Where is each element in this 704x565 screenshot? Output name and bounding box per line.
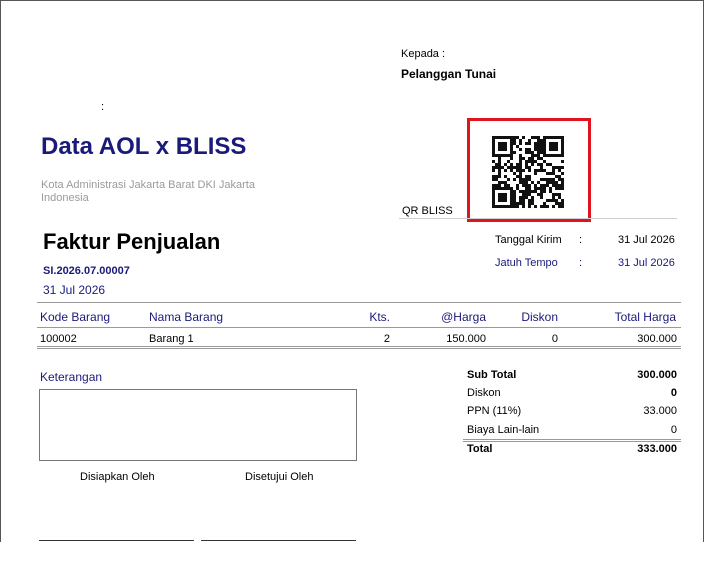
discount-label: Diskon — [467, 387, 501, 399]
ship-date-colon: : — [579, 234, 583, 246]
invoice-number: SI.2026.07.00007 — [43, 265, 130, 277]
header-divider — [399, 218, 677, 219]
col-header-code: Kode Barang — [40, 310, 111, 324]
tax-value: 33.000 — [643, 405, 677, 417]
row-name: Barang 1 — [149, 333, 194, 345]
prepared-by-label: Disiapkan Oleh — [80, 471, 155, 483]
col-header-price: @Harga — [441, 310, 486, 324]
due-date-label: Jatuh Tempo — [495, 257, 558, 269]
company-address-line2: Indonesia — [41, 192, 89, 204]
summary-divider — [463, 439, 681, 442]
col-header-name: Nama Barang — [149, 310, 224, 324]
col-header-total: Total Harga — [614, 310, 676, 324]
colon-marker: : — [101, 101, 105, 113]
ship-date-value: 31 Jul 2026 — [618, 234, 675, 246]
ship-date-label: Tanggal Kirim — [495, 234, 562, 246]
total-label: Total — [467, 443, 493, 455]
recipient-name: Pelanggan Tunai — [401, 67, 497, 81]
due-date-value: 31 Jul 2026 — [618, 257, 675, 269]
document-page: Kepada : Pelanggan Tunai : Data AOL x BL… — [0, 0, 704, 542]
company-name: Data AOL x BLISS — [41, 133, 247, 160]
row-total: 300.000 — [637, 333, 677, 345]
row-qty: 2 — [383, 333, 390, 345]
other-cost-label: Biaya Lain-lain — [467, 424, 540, 436]
subtotal-value: 300.000 — [637, 369, 677, 381]
recipient-label: Kepada : — [401, 48, 446, 60]
notes-box — [39, 389, 357, 461]
approved-signature-line — [201, 540, 356, 541]
row-price: 150.000 — [446, 333, 486, 345]
discount-value: 0 — [670, 387, 677, 399]
notes-label: Keterangan — [40, 370, 103, 384]
qr-caption: QR BLISS — [402, 205, 453, 217]
due-date-colon: : — [579, 257, 583, 269]
invoice-date: 31 Jul 2026 — [43, 283, 106, 297]
company-address-line1: Kota Administrasi Jakarta Barat DKI Jaka… — [41, 179, 255, 191]
approved-by-label: Disetujui Oleh — [245, 471, 314, 483]
total-value: 333.000 — [637, 443, 677, 455]
table-bottom-border — [37, 346, 681, 349]
table-top-border — [37, 302, 681, 303]
header-row-divider — [37, 327, 681, 328]
qr-highlight-frame — [467, 118, 591, 222]
row-code: 100002 — [40, 333, 77, 345]
invoice-title: Faktur Penjualan — [43, 229, 221, 254]
other-cost-value: 0 — [670, 424, 677, 436]
col-header-discount: Diskon — [521, 310, 558, 324]
qr-code-icon — [492, 136, 564, 208]
tax-label: PPN (11%) — [467, 405, 522, 417]
row-discount: 0 — [551, 333, 558, 345]
col-header-qty: Kts. — [369, 310, 390, 324]
subtotal-label: Sub Total — [467, 369, 517, 381]
prepared-signature-line — [39, 540, 194, 541]
